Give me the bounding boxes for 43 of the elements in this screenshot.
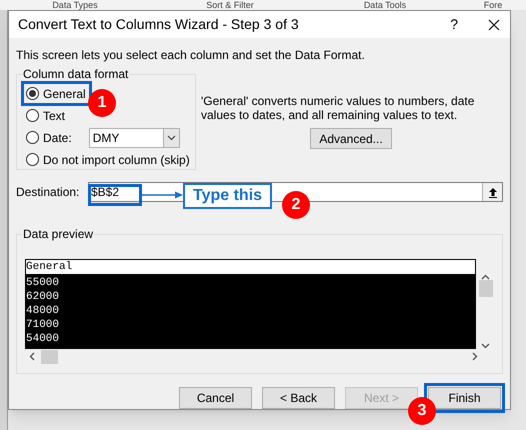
vertical-scrollbar[interactable] bbox=[477, 274, 494, 349]
radio-option[interactable]: Do not import column (skip) bbox=[24, 150, 193, 169]
radio-option[interactable]: Date: bbox=[24, 128, 75, 147]
group-legend: Column data format bbox=[22, 67, 130, 81]
group-legend: Data preview bbox=[22, 227, 94, 241]
instruction-text: This screen lets you select each column and set the Data Format. bbox=[16, 47, 366, 64]
scroll-left-icon bbox=[29, 352, 35, 361]
radio-option[interactable]: General bbox=[24, 84, 89, 103]
callout-number: 3 bbox=[408, 397, 436, 425]
advanced-button[interactable]: Advanced... bbox=[310, 128, 392, 149]
scroll-up-icon bbox=[481, 274, 490, 280]
close-icon[interactable] bbox=[488, 18, 500, 30]
format-description: 'General' converts numeric values to numbers, date values to dates, and all remaining values to text. bbox=[201, 94, 476, 122]
help-button[interactable]: ? bbox=[450, 14, 458, 35]
dialog-button[interactable]: Cancel bbox=[179, 387, 252, 409]
scroll-down-icon bbox=[481, 343, 490, 349]
radio-option[interactable]: Text bbox=[24, 106, 68, 125]
callout-highlight bbox=[88, 184, 142, 206]
dialog-button[interactable]: < Back bbox=[262, 387, 335, 409]
destination-label: Destination: bbox=[16, 184, 80, 201]
callout-arrow bbox=[142, 191, 183, 199]
preview-cell-text: 54000 bbox=[26, 332, 60, 346]
ribbon-group-label: Data Types bbox=[51, 0, 99, 10]
window-title: Convert Text to Columns Wizard - Step 3 of 3 bbox=[18, 15, 299, 34]
ribbon-group-label: Sort & Filter bbox=[205, 0, 255, 10]
field-value: $B$2 bbox=[90, 184, 120, 201]
preview-cell-text: 48000 bbox=[26, 304, 60, 318]
callout-number: 2 bbox=[282, 191, 310, 219]
upload-arrow-icon bbox=[488, 186, 498, 198]
chevron-down-icon bbox=[166, 134, 176, 140]
scroll-thumb[interactable] bbox=[41, 350, 58, 364]
scroll-thumb[interactable] bbox=[478, 280, 493, 297]
callout-note: Type this bbox=[183, 183, 272, 209]
collapse-button[interactable] bbox=[482, 183, 502, 201]
ribbon-group-label: Data Tools bbox=[362, 0, 408, 10]
ribbon-group-label: Fore bbox=[482, 0, 504, 10]
preview-cell-text: 62000 bbox=[26, 290, 60, 304]
callout-number: 1 bbox=[88, 89, 116, 117]
column-header[interactable]: General bbox=[26, 260, 476, 276]
scroll-right-icon bbox=[472, 352, 478, 361]
preview-cell-text: 71000 bbox=[26, 318, 60, 332]
date-order-dropdown[interactable]: DMY bbox=[88, 128, 180, 148]
preview-cell-text: 55000 bbox=[26, 276, 60, 290]
